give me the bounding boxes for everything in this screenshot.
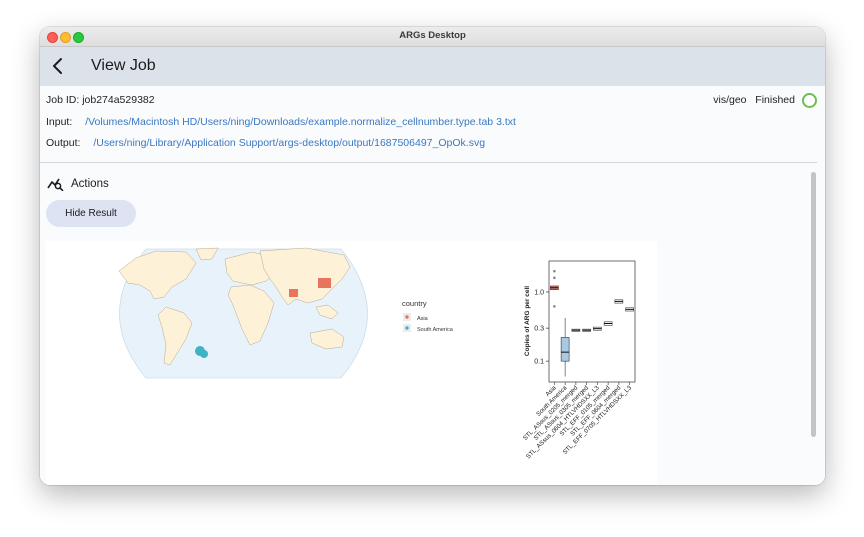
section-divider (40, 162, 817, 163)
legend-asia-swatch (405, 315, 409, 319)
input-row: Input: /Volumes/Macintosh HD/Users/ning/… (46, 116, 516, 128)
result-image: country Asia South America Copies of ARG… (46, 241, 657, 485)
legend-asia-label: Asia (417, 316, 429, 322)
job-status-area: vis/geo Finished (713, 94, 795, 106)
job-status-text: Finished (755, 94, 795, 106)
output-path-link[interactable]: /Users/ning/Library/Application Support/… (93, 137, 485, 149)
map-marker-south-america-2 (200, 350, 208, 358)
result-figure: country Asia South America Copies of ARG… (118, 247, 636, 460)
y-tick-label: 1.0 (534, 289, 544, 296)
job-id-label: Job ID: (46, 94, 80, 106)
box-outlier (553, 269, 556, 273)
map-legend-title: country (402, 299, 427, 308)
app-window: ARGs Desktop View Job Job ID: job274a529… (40, 27, 825, 485)
actions-heading: Actions (71, 178, 109, 190)
page-title: View Job (91, 57, 156, 74)
box-outlier (553, 305, 556, 308)
input-label: Input: (46, 116, 73, 128)
map-marker-china (318, 278, 331, 288)
window-title: ARGs Desktop (399, 30, 466, 41)
output-label: Output: (46, 137, 81, 149)
legend-south-america-label: South America (417, 327, 454, 333)
box-body (560, 337, 570, 362)
title-bar[interactable]: ARGs Desktop (40, 27, 825, 47)
map-marker-india (289, 289, 298, 297)
world-map (118, 247, 368, 379)
legend-south-america-swatch (405, 326, 409, 330)
vertical-scrollbar[interactable] (811, 172, 816, 437)
input-path-link[interactable]: /Volumes/Macintosh HD/Users/ning/Downloa… (85, 116, 516, 128)
job-id-value: job274a529382 (82, 94, 155, 106)
finished-status-icon (802, 93, 817, 108)
y-tick-label: 0.3 (534, 326, 544, 333)
boxplot-y-axis-label: Copies of ARG per cell (524, 286, 531, 356)
analytics-icon (47, 178, 64, 191)
job-id-row: Job ID: job274a529382 (46, 94, 155, 106)
app-bar: View Job (40, 47, 825, 86)
y-tick-label: 0.1 (534, 359, 544, 366)
hide-result-button[interactable]: Hide Result (46, 200, 136, 227)
output-row: Output: /Users/ning/Library/Application … (46, 137, 485, 149)
back-arrow-icon[interactable] (48, 56, 68, 76)
job-content: Job ID: job274a529382 vis/geo Finished I… (40, 86, 825, 485)
job-mode: vis/geo (713, 94, 747, 106)
boxplot-chart: Copies of ARG per cell 1.00.30.1 AsiaSou… (522, 260, 636, 460)
map-legend: country Asia South America (402, 299, 454, 333)
boxplot-panel (548, 260, 636, 383)
box-outlier (553, 276, 556, 280)
